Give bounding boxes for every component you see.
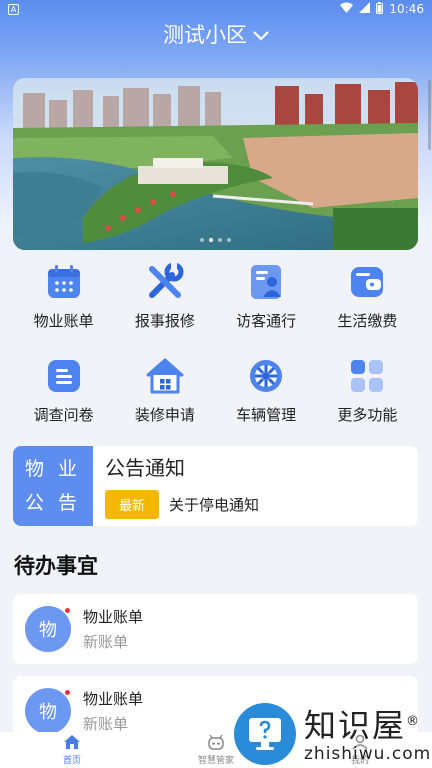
- carousel-dots: [13, 238, 418, 242]
- list-doc-icon: [44, 356, 84, 396]
- watermark-cn: 知识屋®: [304, 706, 422, 745]
- function-grid: 物业账单 报事报修 访客通行 生活缴费 调查问卷 装修申请 车辆管理 更多功能: [13, 258, 418, 428]
- community-name: 测试小区: [163, 23, 247, 47]
- banner-carousel[interactable]: [13, 78, 418, 250]
- notification-app-icon: A: [8, 3, 19, 15]
- announcement-card[interactable]: 物 业 公 告 公告通知 最新 关于停电通知: [13, 446, 418, 526]
- announcement-tag-line: 物 业: [24, 458, 82, 480]
- avatar: 物: [25, 606, 71, 652]
- carousel-dot[interactable]: [218, 238, 222, 242]
- carousel-dot[interactable]: [200, 238, 204, 242]
- community-selector[interactable]: 测试小区: [163, 19, 269, 49]
- grid-item-label: 更多功能: [337, 406, 398, 424]
- todo-subtitle: 新账单: [83, 633, 129, 651]
- todo-section-title: 待办事宜: [14, 554, 98, 578]
- calendar-icon: [44, 262, 84, 302]
- monitor-question-icon: [234, 703, 296, 765]
- banner-image: [13, 78, 418, 250]
- avatar: 物: [25, 688, 71, 734]
- wifi-icon: [340, 2, 354, 16]
- avatar-text: 物: [39, 702, 57, 723]
- top-bar: 测试小区: [0, 18, 432, 50]
- battery-icon: [376, 1, 384, 17]
- todo-subtitle: 新账单: [83, 715, 129, 733]
- announcement-title: 公告通知: [105, 456, 185, 480]
- grid-item-renovation[interactable]: 装修申请: [114, 352, 215, 428]
- grid-item-vehicle[interactable]: 车辆管理: [216, 352, 317, 428]
- grid-item-label: 生活缴费: [337, 312, 398, 330]
- tools-icon: [145, 262, 185, 302]
- announcement-tag: 物 业 公 告: [13, 446, 93, 526]
- new-badge: 最新: [105, 490, 160, 519]
- carousel-dot[interactable]: [227, 238, 231, 242]
- tab-home[interactable]: 首页: [27, 734, 117, 766]
- avatar-text: 物: [39, 620, 57, 641]
- grid-item-survey[interactable]: 调查问卷: [13, 352, 114, 428]
- watermark-en: zhishiwu.com: [304, 743, 432, 764]
- announcement-tag-line: 公 告: [24, 492, 82, 514]
- grid-item-label: 报事报修: [134, 312, 195, 330]
- wheel-icon: [246, 356, 286, 396]
- unread-dot: [64, 689, 71, 696]
- grid-item-more[interactable]: 更多功能: [317, 352, 418, 428]
- todo-title: 物业账单: [83, 690, 144, 708]
- carousel-dot-active[interactable]: [209, 238, 213, 242]
- tab-label: 智慧管家: [197, 756, 234, 766]
- visitor-id-icon: [246, 262, 286, 302]
- scrollbar[interactable]: [428, 80, 431, 150]
- grid-item-label: 装修申请: [134, 406, 195, 424]
- status-time: 10:46: [389, 2, 424, 16]
- grid-item-life-payment[interactable]: 生活缴费: [317, 258, 418, 334]
- house-icon: [145, 356, 185, 396]
- announcement-text[interactable]: 关于停电通知: [169, 494, 259, 515]
- tab-label: 首页: [62, 756, 81, 766]
- todo-item[interactable]: 物 物业账单 新账单: [13, 594, 418, 664]
- status-bar: A 10:46: [0, 0, 432, 18]
- todo-title: 物业账单: [83, 608, 144, 626]
- chevron-down-icon: [253, 22, 269, 46]
- grid-item-repair[interactable]: 报事报修: [114, 258, 215, 334]
- grid-item-label: 调查问卷: [33, 406, 94, 424]
- wallet-icon: [347, 262, 387, 302]
- home-icon: [63, 734, 81, 753]
- grid-item-label: 物业账单: [33, 312, 94, 330]
- grid-item-visitor[interactable]: 访客通行: [216, 258, 317, 334]
- watermark-overlay: 知识屋® zhishiwu.com: [234, 700, 432, 768]
- grid-item-property-bill[interactable]: 物业账单: [13, 258, 114, 334]
- grid-item-label: 访客通行: [236, 312, 297, 330]
- signal-icon: [359, 2, 371, 16]
- grid-item-label: 车辆管理: [236, 406, 297, 424]
- unread-dot: [64, 607, 71, 614]
- robot-icon: [207, 734, 225, 753]
- grid-more-icon: [347, 356, 387, 396]
